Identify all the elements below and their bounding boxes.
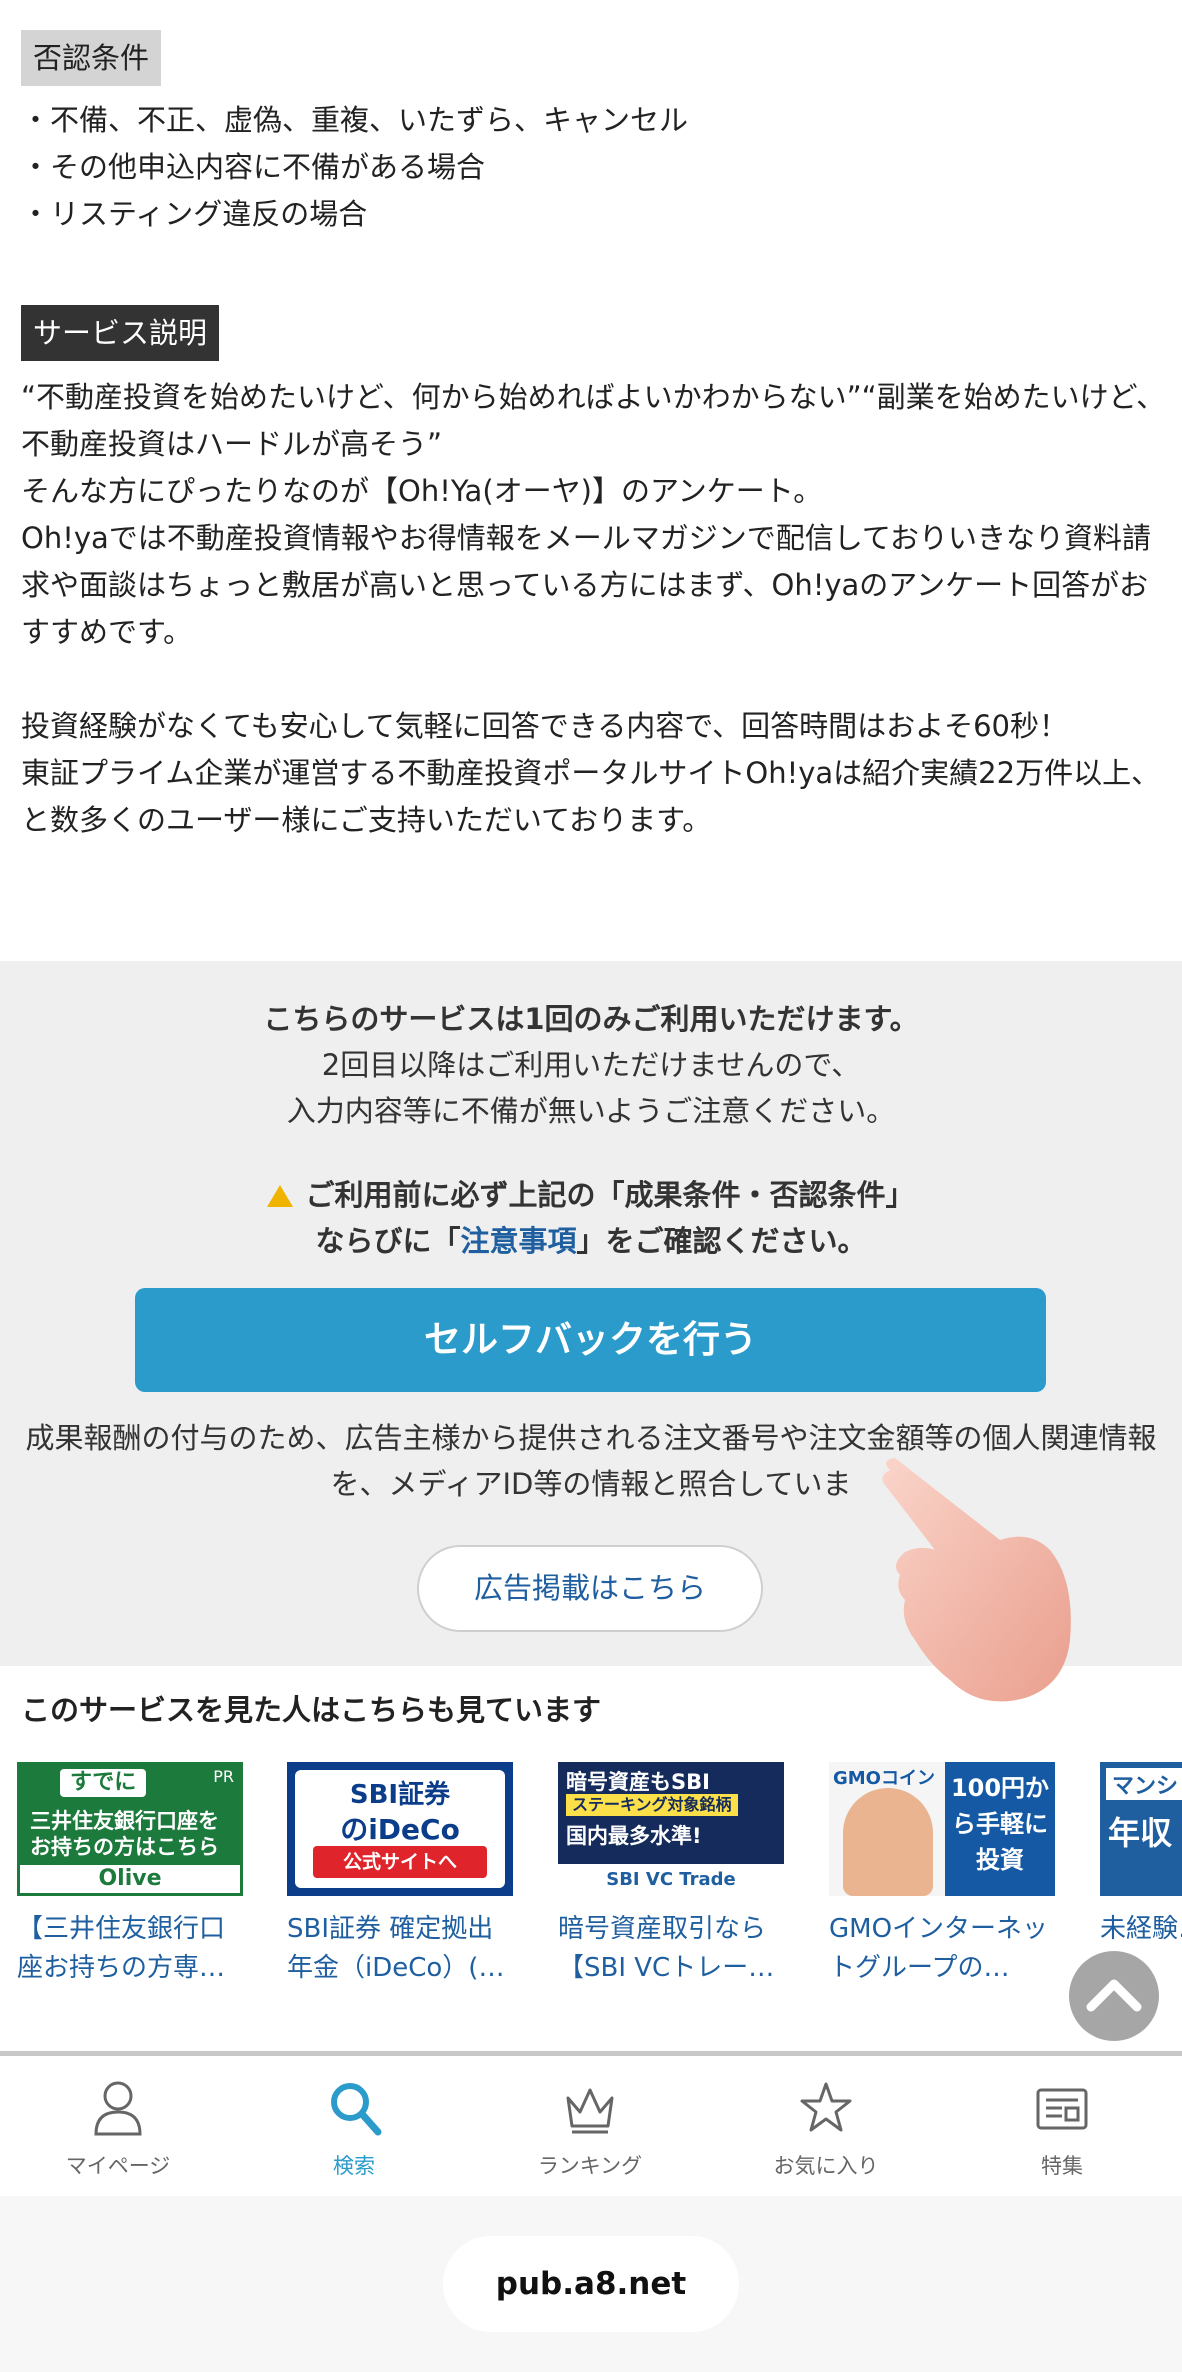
card-title[interactable]: GMOインターネットグループの… bbox=[829, 1910, 1055, 1990]
related-card[interactable]: PR すでに 三井住友銀行口座を お持ちの方はこちら Olive 【三井住友銀行… bbox=[17, 1762, 243, 1990]
service-description: “不動産投資を始めたいけど、何から始めればよいかわからない”“副業を始めたいけど… bbox=[21, 374, 1171, 844]
warning-text: 」をご確認ください。 bbox=[576, 1224, 867, 1258]
notes-link[interactable]: 注意事項 bbox=[460, 1224, 576, 1258]
nav-item-features[interactable]: 特集 bbox=[944, 2056, 1180, 2196]
thumb-text: お持ちの方はこちら bbox=[30, 1835, 219, 1859]
card-thumbnail[interactable]: PR すでに 三井住友銀行口座を お持ちの方はこちら Olive bbox=[17, 1762, 243, 1896]
card-title[interactable]: 【三井住友銀行口座お持ちの方専… bbox=[17, 1910, 243, 1990]
person-photo bbox=[843, 1788, 933, 1896]
description-paragraph: 投資経験がなくても安心して気軽に回答できる内容で、回答時間はおよそ60秒！ bbox=[21, 709, 1068, 743]
pr-badge: PR bbox=[213, 1767, 234, 1786]
thumb-text: GMOコイン bbox=[833, 1768, 935, 1789]
person-icon bbox=[94, 2081, 142, 2136]
star-icon bbox=[800, 2082, 852, 2132]
card-thumbnail[interactable]: マンシ 年収 bbox=[1100, 1762, 1182, 1896]
rejection-tag: 否認条件 bbox=[21, 30, 162, 86]
card-title[interactable]: 暗号資産取引なら【SBI VCトレー… bbox=[558, 1910, 784, 1990]
once-notice: こちらのサービスは1回のみご利用いただけます。 bbox=[263, 1002, 919, 1036]
thumb-text: マンシ bbox=[1106, 1768, 1182, 1800]
url-field[interactable]: pub.a8.net bbox=[443, 2236, 739, 2332]
nav-item-favorites[interactable]: お気に入り bbox=[708, 2056, 944, 2196]
page: 否認条件 ・不備、不正、虚偽、重複、いたずら、キャンセル ・その他申込内容に不備… bbox=[0, 0, 1182, 2372]
card-thumbnail[interactable]: 暗号資産もSBI ステーキング対象銘柄 国内最多水準! SBI VC Trade bbox=[558, 1762, 784, 1896]
warning-line: ならびに「注意事項」をご確認ください。 bbox=[0, 1218, 1182, 1264]
service-tag: サービス説明 bbox=[21, 305, 220, 361]
related-title: このサービスを見た人はこちらも見ています bbox=[21, 1693, 602, 1727]
warning-line: ご利用前に必ず上記の「成果条件・否認条件」 bbox=[0, 1172, 1182, 1218]
thumb-text: ステーキング対象銘柄 bbox=[566, 1794, 738, 1816]
chevron-up-icon bbox=[1086, 1979, 1142, 2012]
list-item: ・リスティング違反の場合 bbox=[21, 197, 368, 231]
thumb-text: のiDeCo bbox=[340, 1813, 460, 1846]
browser-bar: pub.a8.net bbox=[0, 2196, 1182, 2372]
newspaper-icon bbox=[1036, 2088, 1088, 2130]
description-paragraph: 東証プライム企業が運営する不動産投資ポータルサイトOh!yaは紹介実績22万件以… bbox=[21, 756, 1161, 837]
thumb-text: 100円から手軽に投資 bbox=[945, 1762, 1055, 1896]
card-thumbnail[interactable]: GMOコイン 100円から手軽に投資 bbox=[829, 1762, 1055, 1896]
nav-item-ranking[interactable]: ランキング bbox=[472, 2056, 708, 2196]
nav-item-mypage[interactable]: マイページ bbox=[0, 2056, 236, 2196]
crown-icon bbox=[566, 2088, 614, 2134]
description-paragraph: Oh!yaでは不動産投資情報やお得情報をメールマガジンで配信しておりいきなり資料… bbox=[21, 521, 1152, 649]
thumb-text: 公式サイトへ bbox=[313, 1846, 487, 1878]
nav-label: 検索 bbox=[333, 2154, 375, 2178]
list-item: ・不備、不正、虚偽、重複、いたずら、キャンセル bbox=[21, 103, 689, 137]
thumb-text: すでに bbox=[60, 1769, 147, 1797]
pointing-hand-icon bbox=[882, 1458, 1071, 1702]
related-card[interactable]: 暗号資産もSBI ステーキング対象銘柄 国内最多水準! SBI VC Trade… bbox=[558, 1762, 784, 1990]
card-thumbnail[interactable]: SBI証券 のiDeCo 公式サイトへ bbox=[287, 1762, 513, 1896]
scroll-top-button[interactable] bbox=[1069, 1951, 1159, 2041]
thumb-text: Olive bbox=[20, 1865, 240, 1893]
bottom-nav: マイページ 検索 ランキング お気に入り 特集 bbox=[0, 2051, 1182, 2196]
thumb-text: 暗号資産もSBI bbox=[566, 1770, 710, 1794]
related-card[interactable]: SBI証券 のiDeCo 公式サイトへ SBI証券 確定拠出年金（iDeCo）(… bbox=[287, 1762, 513, 1990]
selfback-button[interactable]: セルフバックを行う bbox=[135, 1288, 1046, 1392]
thumb-text: SBI VC Trade bbox=[558, 1864, 784, 1896]
description-paragraph: “不動産投資を始めたいけど、何から始めればよいかわからない”“副業を始めたいけど… bbox=[21, 380, 1166, 461]
warning-text: ご利用前に必ず上記の「成果条件・否認条件」 bbox=[305, 1178, 915, 1212]
search-icon bbox=[331, 2083, 382, 2136]
thumb-text: 国内最多水準! bbox=[566, 1824, 702, 1848]
nav-label: ランキング bbox=[537, 2154, 643, 2178]
card-title[interactable]: SBI証券 確定拠出年金（iDeCo）(… bbox=[287, 1910, 513, 1990]
list-item: ・その他申込内容に不備がある場合 bbox=[21, 150, 486, 184]
warning-icon bbox=[267, 1185, 294, 1207]
description-paragraph: そんな方にぴったりなのが【Oh!Ya(オーヤ)】のアンケート。 bbox=[21, 474, 823, 508]
advertise-link-button[interactable]: 広告掲載はこちら bbox=[417, 1545, 763, 1632]
related-card[interactable]: GMOコイン 100円から手軽に投資 GMOインターネットグループの… bbox=[829, 1762, 1055, 1990]
related-carousel[interactable]: PR すでに 三井住友銀行口座を お持ちの方はこちら Olive 【三井住友銀行… bbox=[17, 1762, 1182, 1992]
warning-text: ならびに「 bbox=[315, 1224, 461, 1258]
rejection-list: ・不備、不正、虚偽、重複、いたずら、キャンセル ・その他申込内容に不備がある場合… bbox=[21, 97, 688, 238]
notice-line: 2回目以降はご利用いただけませんので、 bbox=[321, 1048, 861, 1082]
nav-label: 特集 bbox=[1041, 2154, 1083, 2178]
notice-line: 入力内容等に不備が無いようご注意ください。 bbox=[286, 1094, 896, 1128]
thumb-text: 年収 bbox=[1108, 1814, 1173, 1852]
nav-item-search[interactable]: 検索 bbox=[236, 2056, 472, 2196]
thumb-text: SBI証券 bbox=[349, 1780, 451, 1810]
nav-label: マイページ bbox=[65, 2154, 171, 2178]
nav-label: お気に入り bbox=[773, 2154, 879, 2178]
